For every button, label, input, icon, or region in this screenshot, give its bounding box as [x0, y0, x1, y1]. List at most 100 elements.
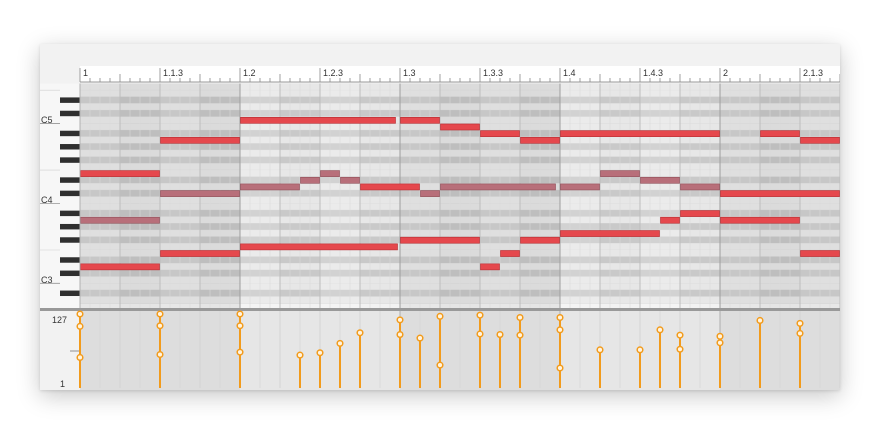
velocity-handle[interactable]: [316, 349, 324, 357]
midi-note[interactable]: [240, 117, 396, 124]
midi-note[interactable]: [480, 130, 520, 137]
velocity-handle[interactable]: [596, 346, 604, 354]
midi-note[interactable]: [640, 176, 680, 184]
ruler-label: 1.1.3: [163, 68, 183, 78]
ruler-label: 1: [83, 68, 88, 78]
midi-note[interactable]: [80, 263, 160, 271]
velocity-handle[interactable]: [236, 348, 244, 356]
midi-note[interactable]: [560, 183, 600, 191]
midi-note[interactable]: [800, 250, 840, 257]
midi-note[interactable]: [320, 170, 340, 177]
midi-note[interactable]: [360, 183, 420, 191]
piano-roll-editor: C5 C4 C3 1 1.1.3 1.2 1.2.3 1.3 1.3.3 1.4 1.4.3 2 2.1…: [40, 44, 840, 390]
velocity-handle[interactable]: [156, 310, 164, 318]
velocity-handle[interactable]: [716, 339, 724, 347]
midi-note[interactable]: [720, 190, 840, 197]
black-key[interactable]: [60, 290, 80, 297]
midi-note[interactable]: [240, 243, 398, 251]
black-key[interactable]: [60, 270, 80, 277]
ruler-label: 1.3: [403, 68, 416, 78]
black-key[interactable]: [60, 177, 80, 183]
ruler-label: 1.2: [243, 68, 256, 78]
velocity-handle[interactable]: [676, 345, 684, 353]
velocity-handle[interactable]: [476, 330, 484, 338]
velocity-handle[interactable]: [796, 329, 804, 337]
velocity-handle[interactable]: [496, 331, 504, 339]
velocity-handle[interactable]: [556, 313, 564, 322]
velocity-handle[interactable]: [336, 339, 344, 347]
ruler-label: 1.4.3: [643, 68, 663, 78]
velocity-handle[interactable]: [436, 312, 444, 320]
velocity-handle[interactable]: [76, 310, 84, 318]
midi-note[interactable]: [400, 117, 440, 124]
piano-roll-canvas: C5C4C31 1.1.3 1.2 1.2.3 1.3 1.3.3 1.4 1.4.3 2 2.1…: [40, 66, 840, 390]
velocity-handle[interactable]: [76, 322, 84, 330]
ruler-label: 1.3.3: [483, 68, 503, 78]
ruler-label: 2: [723, 68, 728, 78]
midi-note[interactable]: [300, 176, 320, 184]
velocity-handle[interactable]: [296, 351, 304, 359]
black-key[interactable]: [60, 223, 80, 230]
midi-note[interactable]: [800, 136, 840, 144]
midi-note[interactable]: [480, 263, 500, 271]
velocity-handle[interactable]: [236, 310, 244, 318]
midi-note[interactable]: [160, 190, 240, 197]
velocity-lane[interactable]: 127 1: [40, 310, 840, 390]
midi-note[interactable]: [760, 130, 800, 137]
midi-note[interactable]: [160, 136, 240, 144]
velocity-max-label: 127: [52, 315, 67, 325]
midi-note[interactable]: [440, 183, 556, 191]
black-key[interactable]: [60, 257, 80, 263]
midi-note[interactable]: [160, 250, 240, 257]
velocity-handle[interactable]: [156, 322, 164, 330]
velocity-handle[interactable]: [716, 332, 724, 340]
midi-note[interactable]: [680, 183, 720, 191]
velocity-handle[interactable]: [556, 326, 564, 334]
velocity-handle[interactable]: [516, 331, 524, 339]
midi-note[interactable]: [560, 230, 660, 237]
ruler-label: 1.4: [563, 68, 576, 78]
velocity-handle[interactable]: [396, 331, 404, 339]
midi-note[interactable]: [240, 183, 300, 191]
velocity-handle[interactable]: [356, 329, 364, 337]
black-key[interactable]: [60, 97, 80, 103]
timeline-ruler[interactable]: 1 1.1.3 1.2 1.2.3 1.3 1.3.3 1.4 1.4.3 2 2.1.3: [79, 66, 840, 83]
black-key[interactable]: [60, 157, 80, 163]
midi-note[interactable]: [80, 170, 160, 177]
midi-note[interactable]: [80, 216, 160, 224]
ruler-label: 1.2.3: [323, 68, 343, 78]
black-key[interactable]: [60, 130, 80, 137]
velocity-handle[interactable]: [636, 346, 644, 354]
midi-note[interactable]: [400, 236, 480, 244]
velocity-handle[interactable]: [756, 316, 764, 325]
velocity-handle[interactable]: [476, 311, 484, 319]
velocity-handle[interactable]: [436, 361, 444, 369]
velocity-handle[interactable]: [656, 326, 664, 334]
black-key[interactable]: [60, 237, 80, 243]
midi-note[interactable]: [500, 250, 520, 257]
velocity-handle[interactable]: [76, 353, 84, 362]
midi-note[interactable]: [520, 136, 560, 144]
velocity-handle[interactable]: [236, 322, 244, 330]
midi-note[interactable]: [420, 190, 440, 197]
velocity-handle[interactable]: [416, 334, 424, 342]
velocity-handle[interactable]: [676, 331, 684, 339]
midi-note[interactable]: [560, 130, 720, 137]
midi-note[interactable]: [600, 170, 640, 177]
black-key[interactable]: [60, 144, 80, 150]
midi-note[interactable]: [440, 123, 480, 131]
velocity-handle[interactable]: [396, 316, 404, 324]
black-key[interactable]: [60, 210, 80, 217]
velocity-handle[interactable]: [516, 313, 524, 322]
black-key[interactable]: [60, 190, 80, 197]
velocity-handle[interactable]: [156, 350, 164, 359]
midi-note[interactable]: [680, 210, 720, 217]
midi-note[interactable]: [720, 216, 800, 224]
midi-note[interactable]: [520, 236, 560, 244]
midi-note[interactable]: [660, 216, 680, 224]
velocity-handle[interactable]: [556, 364, 564, 372]
black-key[interactable]: [60, 110, 80, 117]
midi-note[interactable]: [340, 176, 360, 184]
velocity-handle[interactable]: [796, 319, 804, 327]
ruler-label: 2.1.3: [803, 68, 823, 78]
